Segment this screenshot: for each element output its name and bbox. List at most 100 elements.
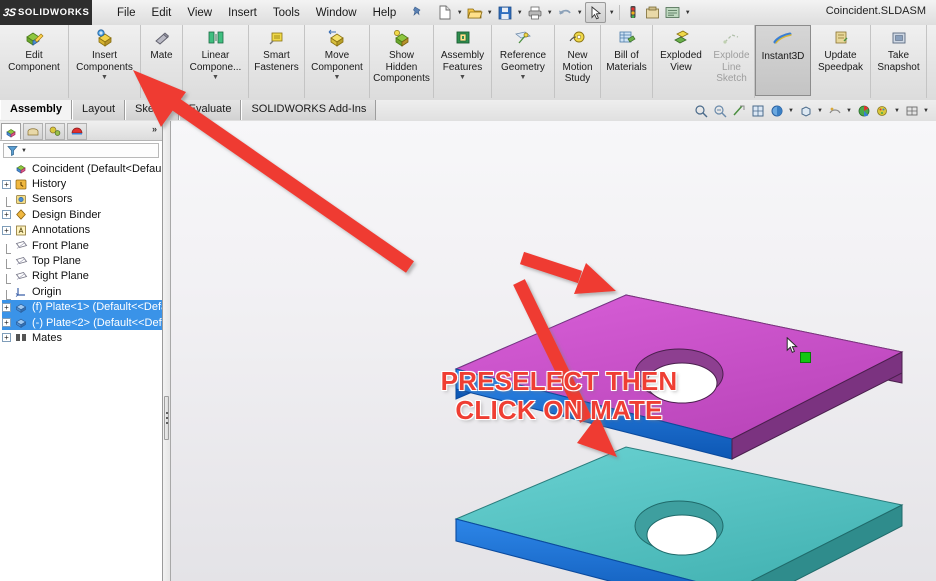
menu-file[interactable]: File [109,4,144,22]
new-document-caret-icon[interactable]: ▼ [455,10,464,16]
tree-item-right-plane[interactable]: Right Plane [2,269,162,285]
tree-item-history[interactable]: + History [2,176,162,191]
file-properties-icon[interactable] [643,3,662,22]
tree-item-top-plane[interactable]: Top Plane [2,253,162,270]
select-pointer-icon[interactable] [585,2,607,23]
ribbon-button-insert-components[interactable]: Insert Components ▼ [69,25,141,98]
print-caret-icon[interactable]: ▼ [545,10,554,16]
select-pointer-caret-icon[interactable]: ▼ [607,10,616,16]
tree-expander-plate-2[interactable]: + [2,318,11,328]
pushpin-icon[interactable] [409,5,425,21]
new-document-icon[interactable] [435,3,454,22]
menu-edit[interactable]: Edit [144,4,180,22]
menu-view[interactable]: View [179,4,220,22]
viewport-layout-icon[interactable] [903,102,920,119]
tree-item-front-plane[interactable]: Front Plane [2,238,162,254]
graphics-viewport[interactable]: PRESELECT THEN CLICK ON MATE [171,121,936,581]
ribbon-button-move-component[interactable]: Move Component ▼ [305,25,370,98]
command-manager-tabs: Assembly Layout Sketch Evaluate SOLIDWOR… [0,100,936,122]
ribbon-label-smart-fasteners: Smart Fasteners [254,50,299,73]
linear-component-pattern-caret-icon[interactable]: ▼ [212,74,219,81]
tree-filter-bar[interactable]: ▼ [3,143,159,158]
tree-expander-mates[interactable]: + [2,333,11,343]
ribbon-button-instant3d[interactable]: Instant3D [755,25,811,96]
tree-label-plate-2: (-) Plate<2> (Default<<Defa [32,316,162,329]
tree-item-plate-1[interactable]: + (f) Plate<1> (Default<<Defa [2,299,162,315]
tree-expander-history[interactable]: + [2,179,11,189]
tab-assembly[interactable]: Assembly [0,100,72,120]
zoom-to-fit-icon[interactable] [692,102,709,119]
rebuild-traffic-light-icon[interactable] [623,3,642,22]
save-icon[interactable] [495,3,514,22]
ribbon-button-new-motion-study[interactable]: New Motion Study [555,25,601,98]
reference-geometry-caret-icon[interactable]: ▼ [520,74,527,81]
move-component-caret-icon[interactable]: ▼ [334,74,341,81]
undo-caret-icon[interactable]: ▼ [575,10,584,16]
ribbon-button-explode-line-sketch[interactable]: Explode Line Sketch [709,25,755,98]
ribbon-button-edit-component[interactable]: Edit Component [0,25,69,98]
hide-show-items-caret-icon[interactable]: ▼ [816,108,824,114]
open-document-icon[interactable] [465,3,484,22]
tree-item-sensors[interactable]: Sensors [2,192,162,208]
ribbon-button-smart-fasteners[interactable]: Smart Fasteners [249,25,305,98]
ribbon-button-reference-geometry[interactable]: Reference Geometry ▼ [492,25,555,98]
tab-layout[interactable]: Layout [71,100,126,120]
open-document-caret-icon[interactable]: ▼ [485,10,494,16]
tab-solidworks-add-ins[interactable]: SOLIDWORKS Add-Ins [241,100,377,120]
tree-expander-design-binder[interactable]: + [2,210,11,220]
tree-item-annotations[interactable]: + Annotations [2,223,162,238]
configuration-manager-tab[interactable] [45,122,65,140]
viewport-layout-caret-icon[interactable]: ▼ [922,108,930,114]
ribbon-button-update-speedpak[interactable]: Update Speedpak [811,25,871,98]
tree-label-sensors: Sensors [32,193,73,206]
section-view-icon[interactable] [730,102,747,119]
ribbon-button-take-snapshot[interactable]: Take Snapshot [871,25,927,98]
menu-help[interactable]: Help [365,4,405,22]
menu-insert[interactable]: Insert [220,4,265,22]
tab-evaluate[interactable]: Evaluate [178,100,242,120]
tree-item-assembly-root[interactable]: Coincident (Default<Default_D [2,161,162,176]
view-settings-icon[interactable] [855,102,872,119]
chevron-double-right-icon[interactable]: » [152,124,157,134]
apply-scene-caret-icon[interactable]: ▼ [845,108,853,114]
apply-scene-icon[interactable] [826,102,843,119]
display-manager-tab[interactable] [67,122,87,140]
insert-components-caret-icon[interactable]: ▼ [101,74,108,81]
hide-show-items-icon[interactable] [797,102,814,119]
zoom-to-area-icon[interactable] [711,102,728,119]
ribbon-button-exploded-view[interactable]: Exploded View [653,25,709,98]
assembly-features-caret-icon[interactable]: ▼ [459,74,466,81]
ribbon-button-linear-component-pattern[interactable]: Linear Compone... ▼ [183,25,249,98]
menu-window[interactable]: Window [308,4,365,22]
display-style-caret-icon[interactable]: ▼ [787,108,795,114]
filter-caret-icon[interactable]: ▼ [21,148,27,154]
ribbon-button-assembly-features[interactable]: Assembly Features ▼ [434,25,492,98]
view-orientation-icon[interactable] [749,102,766,119]
panel-splitter[interactable] [163,121,171,581]
appearance-icon[interactable] [874,102,891,119]
feature-manager-tab[interactable] [1,122,21,140]
explode-line-sketch-icon [721,28,743,49]
ribbon-button-mate[interactable]: Mate [141,25,183,98]
splitter-grip-handle[interactable] [164,396,169,440]
options-caret-icon[interactable]: ▼ [683,10,692,16]
property-manager-tab[interactable] [23,122,43,140]
tree-item-design-binder[interactable]: + Design Binder [2,207,162,222]
ribbon-button-show-hidden-components[interactable]: Show Hidden Components [370,25,434,98]
tree-item-mates[interactable]: + Mates [2,330,162,345]
appearance-caret-icon[interactable]: ▼ [893,108,901,114]
display-style-icon[interactable] [768,102,785,119]
print-icon[interactable] [525,3,544,22]
tree-expander-annotations[interactable]: + [2,225,11,235]
undo-icon[interactable] [555,3,574,22]
ribbon-label-insert-components: Insert Components [76,50,133,73]
tree-expander-plate-1[interactable]: + [2,302,11,312]
save-caret-icon[interactable]: ▼ [515,10,524,16]
ribbon-button-bill-of-materials[interactable]: Bill of Materials [601,25,653,98]
options-icon[interactable] [663,3,682,22]
tree-item-plate-2[interactable]: + (-) Plate<2> (Default<<Defa [2,314,162,331]
tab-sketch[interactable]: Sketch [125,100,179,120]
tree-item-origin[interactable]: Origin [2,284,162,300]
menu-tools[interactable]: Tools [265,4,308,22]
tree-label-history: History [32,178,67,191]
